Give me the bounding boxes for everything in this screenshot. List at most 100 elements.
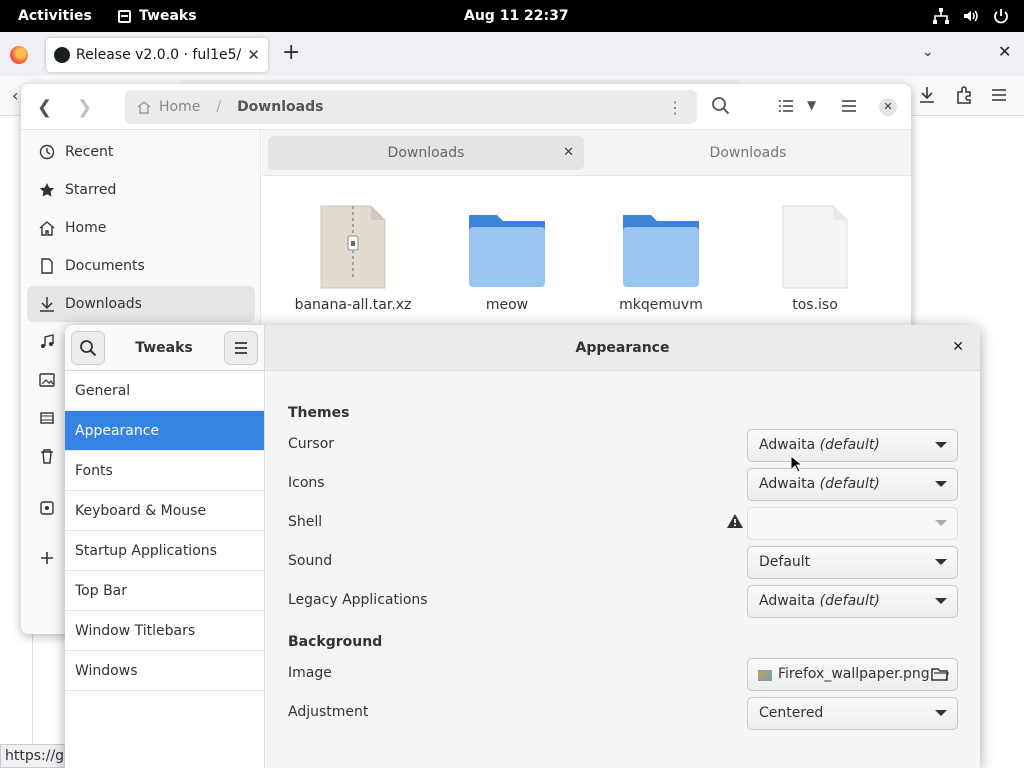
image-label: Image — [288, 665, 332, 681]
sidebar-item-appearance[interactable]: Appearance — [65, 411, 264, 451]
sidebar-item-windows[interactable]: Windows — [65, 651, 264, 691]
file-name: banana-all.tar.xz — [294, 297, 412, 313]
app-menu[interactable]: Tweaks — [118, 0, 197, 32]
download-icon — [39, 296, 55, 312]
sidebar-item-startup-applications[interactable]: Startup Applications — [65, 531, 264, 571]
files-headerbar: ❮ ❯ Home / Downloads ⋮ ▼ ✕ — [21, 84, 911, 130]
folder-open-icon — [931, 668, 949, 681]
list-tabs-chevron-icon[interactable]: ⌄ — [922, 44, 934, 60]
sidebar-item-label: Downloads — [65, 296, 142, 312]
dropdown-arrow-icon — [935, 520, 947, 526]
back-arrow-icon[interactable]: ❮ — [37, 97, 52, 118]
file-icon — [775, 202, 855, 292]
warning-icon — [727, 514, 743, 528]
image-thumbnail-icon — [758, 670, 772, 681]
search-icon — [80, 340, 97, 357]
clock[interactable]: Aug 11 22:37 — [464, 0, 569, 32]
adjustment-label: Adjustment — [288, 704, 369, 720]
shell-label: Shell — [288, 514, 323, 530]
drive-icon — [39, 500, 55, 516]
sound-dropdown[interactable]: Default — [747, 546, 958, 579]
tweaks-sidebar: General Appearance Fonts Keyboard & Mous… — [65, 371, 265, 768]
background-header: Background — [288, 634, 383, 650]
folder-icon — [467, 202, 547, 292]
shell-dropdown[interactable] — [747, 507, 958, 540]
path-bar[interactable]: Home / Downloads ⋮ — [125, 90, 697, 124]
search-icon[interactable] — [711, 96, 731, 116]
sidebar-item-starred[interactable]: Starred — [27, 172, 255, 208]
github-icon — [54, 47, 70, 63]
sidebar-item-window-titlebars[interactable]: Window Titlebars — [65, 611, 264, 651]
sidebar-item-downloads[interactable]: Downloads — [27, 286, 255, 322]
file-chooser-value: Firefox_wallpaper.png — [778, 666, 930, 682]
music-icon — [39, 334, 55, 350]
sidebar-item-label: Home — [65, 220, 107, 236]
sound-label: Sound — [288, 553, 333, 569]
downloads-icon[interactable] — [916, 84, 938, 106]
file-item[interactable]: meow — [447, 202, 567, 313]
files-tab-label: Downloads — [709, 145, 787, 161]
sidebar-item-label: Documents — [65, 258, 145, 274]
files-tab-bar: Downloads ✕ Downloads — [262, 130, 911, 176]
new-tab-button[interactable]: + — [282, 42, 300, 64]
file-item[interactable]: banana-all.tar.xz — [293, 202, 413, 313]
sidebar-item-top-bar[interactable]: Top Bar — [65, 571, 264, 611]
path-current[interactable]: Downloads — [237, 99, 323, 115]
trash-icon — [39, 448, 55, 464]
sidebar-item-keyboard-mouse[interactable]: Keyboard & Mouse — [65, 491, 264, 531]
back-arrow-icon[interactable]: ‹ — [12, 86, 18, 105]
combo-value: Adwaita — [759, 437, 816, 453]
list-view-icon[interactable] — [776, 96, 796, 116]
star-icon — [39, 182, 55, 198]
kebab-menu-icon[interactable]: ⋮ — [667, 98, 683, 117]
plus-icon — [39, 550, 55, 566]
close-tab-icon[interactable]: ✕ — [247, 46, 260, 64]
close-icon[interactable]: ✕ — [952, 339, 964, 355]
video-icon — [39, 410, 55, 426]
firefox-tab-title: Release v2.0.0 · ful1e5/ba — [76, 47, 242, 63]
file-item[interactable]: mkqemuvm — [601, 202, 721, 313]
activities-button[interactable]: Activities — [18, 0, 92, 32]
sidebar-item-home[interactable]: Home — [27, 210, 255, 246]
firefox-logo-icon — [10, 46, 28, 64]
picture-icon — [39, 372, 55, 388]
search-button[interactable] — [71, 331, 105, 365]
appearance-panel: Themes Cursor Adwaita (default) Icons Ad… — [266, 371, 980, 768]
forward-arrow-icon[interactable]: ❯ — [77, 97, 92, 118]
icons-label: Icons — [288, 475, 325, 491]
sidebar-item-fonts[interactable]: Fonts — [65, 451, 264, 491]
cursor-dropdown[interactable]: Adwaita (default) — [747, 429, 958, 462]
tweaks-headerbar: Appearance ✕ — [265, 325, 980, 371]
tweaks-sidebar-header: Tweaks — [65, 325, 265, 371]
files-tab[interactable]: Downloads — [592, 136, 904, 170]
files-tab-label: Downloads — [387, 145, 465, 161]
close-icon[interactable]: ✕ — [879, 98, 897, 116]
file-item[interactable]: tos.iso — [755, 202, 875, 313]
system-tray[interactable] — [932, 0, 1010, 32]
files-tab[interactable]: Downloads ✕ — [268, 136, 584, 170]
extensions-icon[interactable] — [953, 84, 975, 106]
image-file-chooser[interactable]: Firefox_wallpaper.png — [747, 658, 958, 691]
combo-suffix: (default) — [819, 476, 880, 492]
view-options-dropdown-icon[interactable]: ▼ — [807, 98, 816, 112]
menu-button[interactable] — [224, 331, 258, 365]
path-home[interactable]: Home — [159, 99, 200, 115]
firefox-close-icon[interactable]: ✕ — [998, 42, 1011, 61]
home-icon — [137, 101, 151, 114]
firefox-tab[interactable]: Release v2.0.0 · ful1e5/ba ✕ — [46, 38, 268, 72]
combo-suffix: (default) — [819, 437, 880, 453]
sidebar-item-general[interactable]: General — [65, 371, 264, 411]
legacy-applications-dropdown[interactable]: Adwaita (default) — [747, 585, 958, 618]
close-tab-icon[interactable]: ✕ — [563, 136, 574, 170]
file-name: mkqemuvm — [619, 297, 703, 313]
combo-value: Adwaita — [759, 476, 816, 492]
adjustment-dropdown[interactable]: Centered — [747, 697, 958, 730]
sidebar-item-label: Recent — [65, 144, 114, 160]
icons-dropdown[interactable]: Adwaita (default) — [747, 468, 958, 501]
hamburger-menu-icon[interactable] — [988, 84, 1010, 106]
combo-value: Default — [759, 554, 811, 570]
sidebar-item-documents[interactable]: Documents — [27, 248, 255, 284]
hamburger-menu-icon[interactable] — [839, 96, 859, 116]
tweaks-window: Tweaks Appearance ✕ General Appearance F… — [65, 325, 980, 768]
sidebar-item-recent[interactable]: Recent — [27, 134, 255, 170]
